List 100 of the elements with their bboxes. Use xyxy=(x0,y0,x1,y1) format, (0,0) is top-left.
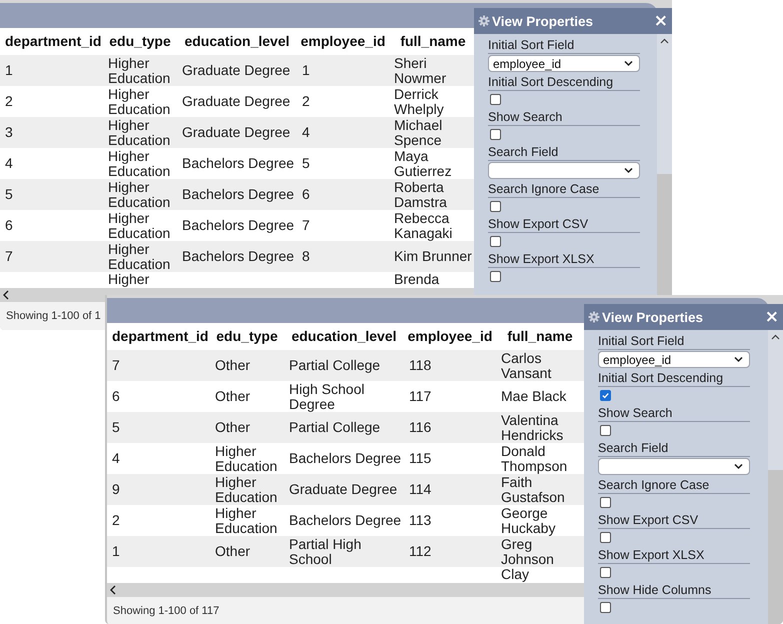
column-header[interactable]: edu_type xyxy=(210,329,284,344)
scrollbar[interactable] xyxy=(768,330,783,624)
field-label: Show Export CSV xyxy=(598,512,750,529)
table-cell-text: Valentina Hendricks xyxy=(500,412,564,442)
field-label: Search Field xyxy=(488,144,640,161)
close-button[interactable]: × xyxy=(764,308,779,326)
table-cell-text: Bachelors Degree xyxy=(181,249,296,264)
checkbox[interactable] xyxy=(490,129,501,140)
column-header[interactable]: employee_id xyxy=(404,329,496,344)
column-header[interactable]: edu_type xyxy=(103,34,177,49)
field-label: Initial Sort Field xyxy=(488,37,640,54)
panel-title-bar[interactable]: View Properties × xyxy=(584,304,783,330)
caret-up-icon xyxy=(771,334,780,340)
field-label: Initial Sort Field xyxy=(598,333,750,350)
table-cell-text: 114 xyxy=(408,482,432,497)
scrollbar-thumb[interactable] xyxy=(768,330,783,470)
table-cell-text: Michael Spence xyxy=(393,118,442,148)
column-header[interactable]: department_id xyxy=(107,329,210,344)
column-header[interactable]: employee_id xyxy=(297,34,389,49)
checkbox[interactable] xyxy=(600,602,611,613)
dropdown-field[interactable]: employee_id xyxy=(598,351,750,368)
table-cell-text: Partial College xyxy=(288,420,382,435)
field-label: Initial Sort Descending xyxy=(598,370,750,387)
table-cell-text: 7 xyxy=(301,218,311,233)
field-label: Initial Sort Descending xyxy=(488,74,640,91)
table-cell-text: 7 xyxy=(4,249,14,264)
table-cell-text: Graduate Degree xyxy=(181,125,292,140)
table-cell-text: 4 xyxy=(111,451,121,466)
field-label: Search Field xyxy=(598,440,750,457)
checkbox[interactable] xyxy=(600,532,611,543)
table-cell-text: 5 xyxy=(4,187,14,202)
table-cell-text: Brenda xyxy=(393,272,440,287)
field-label: Show Export XLSX xyxy=(488,251,640,268)
table-cell-text: Carlos Vansant xyxy=(500,350,552,380)
table-cell-text: 115 xyxy=(408,451,432,466)
table-cell-text: 1 xyxy=(4,63,14,78)
checkbox[interactable] xyxy=(600,425,611,436)
chevron-down-icon xyxy=(624,167,633,174)
checkbox[interactable] xyxy=(600,497,611,508)
table-cell-text: 112 xyxy=(408,544,432,559)
table-cell-text: Faith Gustafson xyxy=(500,474,565,504)
table-cell-text: 5 xyxy=(111,420,121,435)
table-cell-text: Mae Black xyxy=(500,389,568,404)
caret-left-icon xyxy=(2,289,10,301)
field-label: Show Export CSV xyxy=(488,216,640,233)
table-cell-text: Bachelors Degree xyxy=(288,451,402,466)
table-cell-text: Higher xyxy=(107,272,150,287)
table-cell-text: George Huckaby xyxy=(500,506,556,536)
dropdown-field[interactable] xyxy=(488,162,640,179)
table-cell-text: Partial High School xyxy=(288,536,362,566)
record-count: Showing 1-100 of 117 xyxy=(113,604,220,616)
table-cell-text: Higher Education xyxy=(107,118,172,148)
table-cell-text: 118 xyxy=(408,358,432,373)
table-cell-text: Bachelors Degree xyxy=(181,218,296,233)
table-cell-text: Roberta Damstra xyxy=(393,180,448,210)
column-header[interactable]: department_id xyxy=(0,34,103,49)
chevron-down-icon xyxy=(624,60,633,67)
table-cell-text: 116 xyxy=(408,420,432,435)
caret-up-icon xyxy=(660,38,669,44)
table-cell-text: Bachelors Degree xyxy=(181,187,296,202)
checkbox[interactable] xyxy=(490,201,501,212)
dropdown-field[interactable] xyxy=(598,458,750,475)
table-cell-text: 4 xyxy=(301,125,311,140)
table-cell-text: 1 xyxy=(301,63,311,78)
column-header[interactable]: full_name xyxy=(389,34,477,49)
table-cell-text: Higher Education xyxy=(107,86,172,116)
table-cell-text: Other xyxy=(214,389,252,404)
table-cell-text: Greg Johnson xyxy=(500,536,554,566)
checkbox[interactable] xyxy=(490,94,501,105)
scrollbar-thumb[interactable] xyxy=(657,34,672,174)
table-cell-text: Higher Education xyxy=(214,444,278,474)
column-header[interactable]: education_level xyxy=(177,34,297,49)
table-cell-text: 1 xyxy=(111,544,121,559)
column-header[interactable]: education_level xyxy=(284,329,404,344)
checkbox[interactable] xyxy=(600,390,611,401)
table-cell-text: Clay xyxy=(500,567,530,582)
table-cell-text: Higher Education xyxy=(107,210,172,240)
panel-title: View Properties xyxy=(492,14,594,28)
table-cell-text: Sheri Nowmer xyxy=(393,56,448,86)
dropdown-field[interactable]: employee_id xyxy=(488,55,640,72)
table-cell-text: 2 xyxy=(111,513,121,528)
checkbox[interactable] xyxy=(600,567,611,578)
table-cell-text: Higher Education xyxy=(107,180,172,210)
table-cell-text: Derrick Whelply xyxy=(393,86,445,116)
table-cell-text: Higher Education xyxy=(214,474,278,504)
checkbox[interactable] xyxy=(490,236,501,247)
table-cell-text: 2 xyxy=(4,94,14,109)
table-cell-text: Kim Brunner xyxy=(393,249,473,264)
table-cell-text: Rebecca Kanagaki xyxy=(393,210,454,240)
table-cell-text: Higher Education xyxy=(107,242,172,272)
field-label: Search Ignore Case xyxy=(488,181,640,198)
checkbox[interactable] xyxy=(490,271,501,282)
column-header[interactable]: full_name xyxy=(496,329,584,344)
table-cell-text: 4 xyxy=(4,156,14,171)
table-cell-text: High School Degree xyxy=(288,382,366,412)
table-cell-text: 113 xyxy=(408,513,432,528)
table-cell-text: 117 xyxy=(408,389,432,404)
panel-title-bar[interactable]: View Properties × xyxy=(474,8,672,34)
close-button[interactable]: × xyxy=(654,12,668,30)
table-cell-text: Other xyxy=(214,544,252,559)
